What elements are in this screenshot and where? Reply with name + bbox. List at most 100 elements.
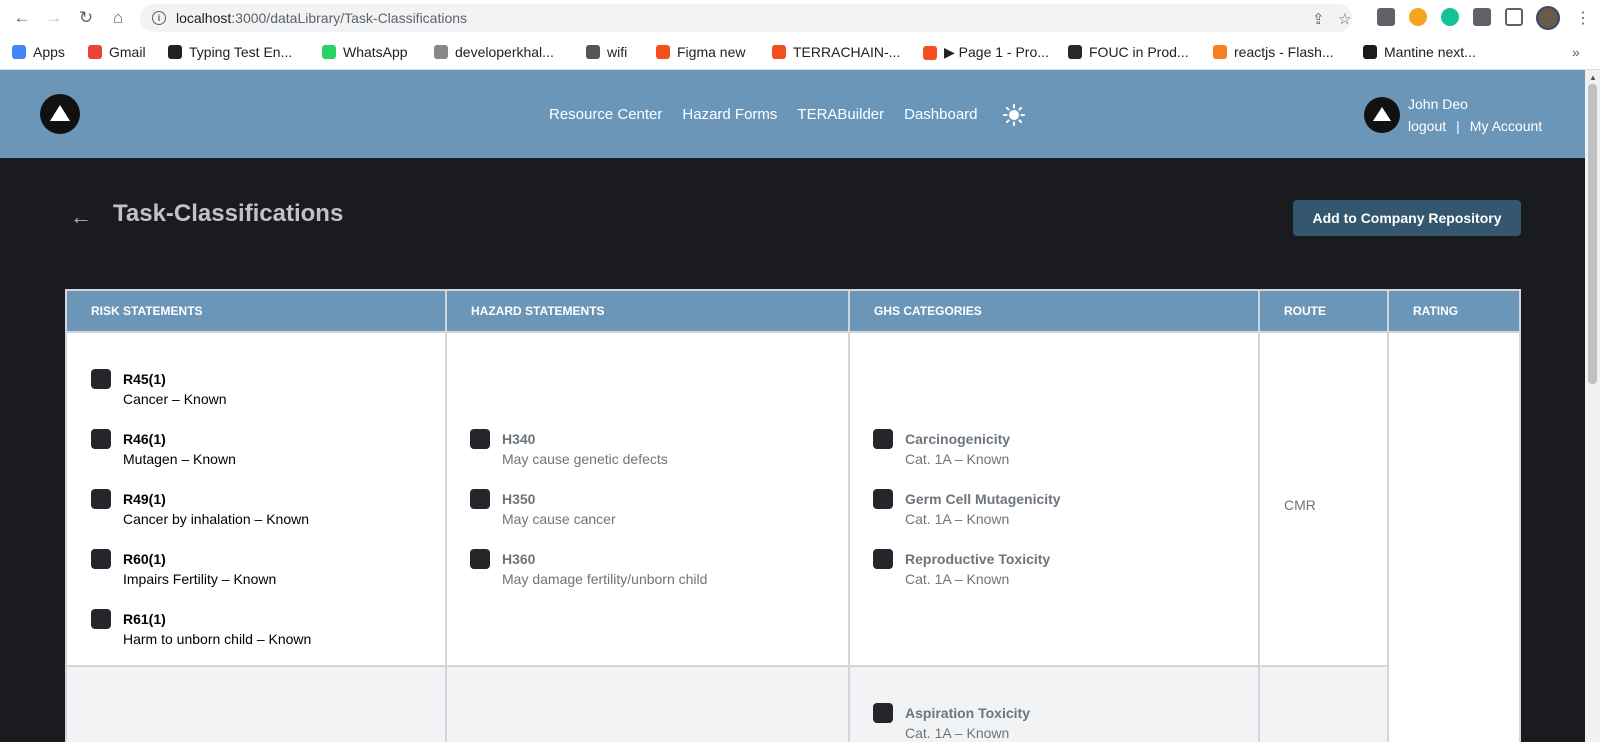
ghs-category-item: Germ Cell Mutagenicity Cat. 1A – Known xyxy=(873,489,1061,529)
user-links: logout | My Account xyxy=(1408,118,1542,134)
table-row xyxy=(67,667,1389,742)
user-name: John Deo xyxy=(1408,96,1468,112)
nav-link-terabuilder[interactable]: TERABuilder xyxy=(797,106,884,123)
hazard-statement-checkbox[interactable] xyxy=(470,429,490,449)
bookmark-icon xyxy=(12,45,26,59)
nav-link-hazard-forms[interactable]: Hazard Forms xyxy=(682,106,777,123)
more-bookmarks-icon[interactable]: » xyxy=(1572,44,1580,60)
col-rating: RATING xyxy=(1413,304,1459,318)
divider xyxy=(67,665,1389,667)
risk-statement-code: R46(1) xyxy=(123,431,166,447)
extension-green-icon[interactable] xyxy=(1441,8,1459,26)
hazard-statement-checkbox[interactable] xyxy=(470,549,490,569)
ghs-category-description: Cat. 1A – Known xyxy=(905,571,1010,587)
risk-statement-item: R45(1) Cancer – Known xyxy=(91,369,227,409)
back-icon[interactable]: ← xyxy=(12,8,32,28)
classification-table: RISK STATEMENTS HAZARD STATEMENTS GHS CA… xyxy=(65,289,1521,742)
brand-logo[interactable] xyxy=(40,94,80,134)
bookmark-item[interactable]: WhatsApp xyxy=(322,44,408,60)
risk-statement-checkbox[interactable] xyxy=(91,549,111,569)
ghs-category-checkbox[interactable] xyxy=(873,429,893,449)
risk-statement-text: R49(1) Cancer by inhalation – Known xyxy=(123,489,309,529)
hazard-statement-description: May cause genetic defects xyxy=(502,451,668,467)
risk-statement-checkbox[interactable] xyxy=(91,489,111,509)
bookmark-item[interactable]: reactjs - Flash... xyxy=(1213,44,1334,60)
profile-avatar[interactable] xyxy=(1536,6,1560,30)
bookmark-item[interactable]: TERRACHAIN-... xyxy=(772,44,900,60)
share-icon[interactable]: ⇪ xyxy=(1312,10,1325,28)
bookmark-icon xyxy=(88,45,102,59)
reload-icon[interactable]: ↻ xyxy=(76,8,96,28)
bookmark-icon xyxy=(1213,45,1227,59)
ghs-category-description: Cat. 1A – Known xyxy=(905,725,1010,741)
my-account-link[interactable]: My Account xyxy=(1470,118,1542,134)
bookmark-icon xyxy=(923,45,937,60)
risk-statement-item: R61(1) Harm to unborn child – Known xyxy=(91,609,311,649)
bookmark-item[interactable]: wifi xyxy=(586,44,627,60)
bookmark-item[interactable]: Figma new xyxy=(656,44,745,60)
risk-statement-description: Cancer by inhalation – Known xyxy=(123,511,310,527)
ghs-category-checkbox[interactable] xyxy=(873,703,893,723)
extension-icon[interactable] xyxy=(1377,8,1395,26)
app-header: Resource Center Hazard Forms TERABuilder Da… xyxy=(0,70,1585,158)
bookmark-item[interactable]: Typing Test En... xyxy=(168,44,292,60)
hazard-statement-code: H340 xyxy=(502,431,536,447)
route-value: CMR xyxy=(1284,497,1316,513)
divider xyxy=(848,331,850,742)
divider xyxy=(1387,331,1389,742)
info-icon[interactable]: i xyxy=(152,11,166,25)
col-ghs-categories: GHS CATEGORIES xyxy=(850,291,1260,331)
ghs-category-checkbox[interactable] xyxy=(873,489,893,509)
forward-icon[interactable]: → xyxy=(44,8,64,28)
page-scrollbar[interactable]: ▲ xyxy=(1585,70,1600,742)
bookmark-label: reactjs - Flash... xyxy=(1234,44,1334,60)
url-host: localhost xyxy=(176,10,232,26)
user-avatar[interactable] xyxy=(1364,97,1400,133)
sidepanel-icon[interactable] xyxy=(1505,8,1523,26)
scroll-up-icon[interactable]: ▲ xyxy=(1589,73,1597,82)
sun-icon[interactable] xyxy=(1003,104,1025,126)
nav-link-dashboard[interactable]: Dashboard xyxy=(904,106,977,123)
bookmark-icon xyxy=(1363,45,1377,59)
ghs-category-item: Reproductive Toxicity Cat. 1A – Known xyxy=(873,549,1050,589)
separator: | xyxy=(1456,118,1460,134)
risk-statement-description: Mutagen – Known xyxy=(123,451,236,467)
risk-statement-item: R46(1) Mutagen – Known xyxy=(91,429,236,469)
risk-statement-text: R60(1) Impairs Fertility – Known xyxy=(123,549,276,589)
divider xyxy=(67,331,1519,333)
bookmark-item[interactable]: developerkhal... xyxy=(434,44,554,60)
hazard-statement-code: H350 xyxy=(502,491,536,507)
home-icon[interactable]: ⌂ xyxy=(108,8,128,28)
ghs-category-code: Carcinogenicity xyxy=(905,431,1011,447)
back-arrow-icon[interactable]: ← xyxy=(70,204,92,230)
bookmark-item[interactable]: Apps xyxy=(12,44,65,60)
puzzle-icon[interactable] xyxy=(1473,8,1491,26)
bookmark-star-icon[interactable]: ☆ xyxy=(1338,10,1351,28)
bookmark-label: TERRACHAIN-... xyxy=(793,44,901,60)
ghs-category-checkbox[interactable] xyxy=(873,549,893,569)
bookmark-label: Mantine next... xyxy=(1384,44,1476,60)
logout-link[interactable]: logout xyxy=(1408,118,1446,134)
risk-statement-checkbox[interactable] xyxy=(91,369,111,389)
add-to-repository-button[interactable]: Add to Company Repository xyxy=(1293,200,1521,236)
risk-statement-checkbox[interactable] xyxy=(91,609,111,629)
bookmark-item[interactable]: Gmail xyxy=(88,44,146,60)
ghs-category-text: Aspiration Toxicity Cat. 1A – Known xyxy=(905,703,1030,742)
bookmark-item[interactable]: ▶ Page 1 - Pro... xyxy=(923,44,1049,61)
address-bar[interactable]: i localhost:3000/dataLibrary/Task-Classi… xyxy=(140,4,1352,32)
hazard-statement-item: H340 May cause genetic defects xyxy=(470,429,668,469)
risk-statement-description: Impairs Fertility – Known xyxy=(123,571,277,587)
scrollbar-thumb[interactable] xyxy=(1588,84,1597,384)
grammarly-extension-icon[interactable] xyxy=(1409,8,1427,26)
bookmark-item[interactable]: FOUC in Prod... xyxy=(1068,44,1189,60)
menu-dots-icon[interactable]: ⋮ xyxy=(1575,8,1591,28)
bookmark-label: Gmail xyxy=(109,44,146,60)
url-text[interactable]: localhost:3000/dataLibrary/Task-Classifi… xyxy=(176,10,467,26)
risk-statement-checkbox[interactable] xyxy=(91,429,111,449)
nav-link-resource-center[interactable]: Resource Center xyxy=(549,106,662,123)
hazard-statement-description: May damage fertility/unborn child xyxy=(502,571,708,587)
bookmark-item[interactable]: Mantine next... xyxy=(1363,44,1476,60)
hazard-statement-checkbox[interactable] xyxy=(470,489,490,509)
ghs-category-item: Carcinogenicity Cat. 1A – Known xyxy=(873,429,1010,469)
risk-statement-code: R61(1) xyxy=(123,611,166,627)
